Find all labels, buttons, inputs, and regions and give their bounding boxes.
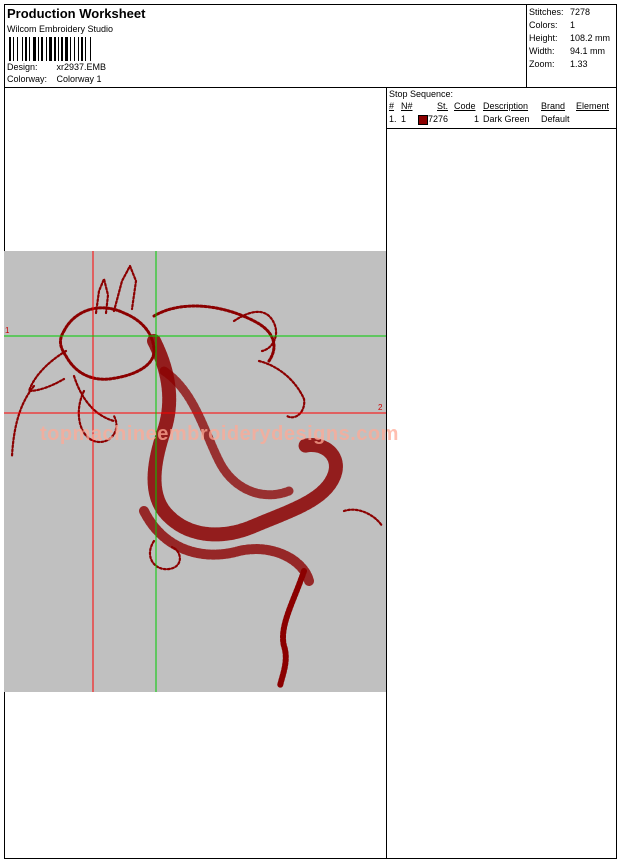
table-row: 1. 1 7276 1 Dark Green Default [387, 113, 617, 126]
colorway-label: Colorway: [7, 74, 48, 84]
row-st: 7276 [428, 114, 449, 124]
col-num: # [389, 101, 395, 111]
page-title: Production Worksheet [7, 6, 146, 21]
marker-1: 1 [5, 326, 10, 335]
colors-label: Colors: [529, 20, 558, 30]
stitches-label: Stitches: [529, 7, 564, 17]
barcode [9, 37, 91, 61]
colors-value: 1 [570, 20, 576, 30]
stop-sequence-table: # N# St. Code Description Brand Element … [387, 100, 617, 129]
dragon-snout [27, 349, 68, 393]
col-code: Code [454, 101, 476, 111]
col-description: Description [483, 101, 529, 111]
design-label: Design: [7, 62, 38, 72]
stat-colors: Colors: 1 [529, 19, 617, 32]
height-label: Height: [529, 33, 558, 43]
width-label: Width: [529, 46, 555, 56]
watermark: topmachineembroiderydesigns.com [40, 423, 399, 445]
stat-height: Height: 108.2 mm [529, 32, 617, 45]
dragon-tail [277, 568, 307, 689]
row-description: Dark Green [483, 114, 530, 124]
stat-stitches: Stitches: 7278 [529, 6, 617, 19]
stitches-value: 7278 [570, 7, 591, 17]
design-preview: 1 2 topmachineembroiderydesigns.com [4, 251, 398, 692]
stop-sequence-title: Stop Sequence: [389, 89, 454, 99]
colorway-row: Colorway: Colorway 1 [7, 74, 102, 84]
worksheet-header: Production Worksheet Wilcom Embroidery S… [4, 4, 617, 88]
stat-zoom: Zoom: 1.33 [529, 58, 617, 71]
height-value: 108.2 mm [570, 33, 611, 43]
dragon-embroidery [4, 251, 386, 692]
dragon-horn [112, 264, 138, 313]
stat-width: Width: 94.1 mm [529, 45, 617, 58]
col-st: St. [437, 101, 449, 111]
row-brand: Default [541, 114, 570, 124]
dragon-head [59, 306, 156, 381]
dragon-back [152, 304, 276, 363]
stop-sequence-panel: Stop Sequence: # N# St. Code Description… [386, 88, 617, 859]
zoom-label: Zoom: [529, 59, 555, 69]
marker-2: 2 [378, 403, 383, 412]
row-code: 1 [474, 114, 480, 124]
width-value: 94.1 mm [570, 46, 606, 56]
stats-panel: Stitches: 7278 Colors: 1 Height: 108.2 mm W… [526, 4, 617, 87]
software-name: Wilcom Embroidery Studio [7, 24, 114, 34]
row-num: 1. [389, 114, 397, 124]
dragon-whisker [10, 384, 36, 458]
thread-color-swatch [418, 115, 428, 125]
col-brand: Brand [541, 101, 566, 111]
dragon-claw-right [257, 359, 306, 419]
colorway-value: Colorway 1 [56, 74, 102, 84]
design-value: xr2937.EMB [56, 62, 107, 72]
stop-sequence-header: # N# St. Code Description Brand Element [387, 100, 617, 113]
zoom-value: 1.33 [570, 59, 588, 69]
col-n: N# [401, 101, 413, 111]
row-n: 1 [401, 114, 407, 124]
design-canvas: 1 2 topmachineembroiderydesigns.com [4, 88, 398, 859]
design-row: Design: xr2937.EMB [7, 62, 106, 72]
col-element: Element [576, 101, 610, 111]
dragon-leg-right [342, 508, 384, 528]
